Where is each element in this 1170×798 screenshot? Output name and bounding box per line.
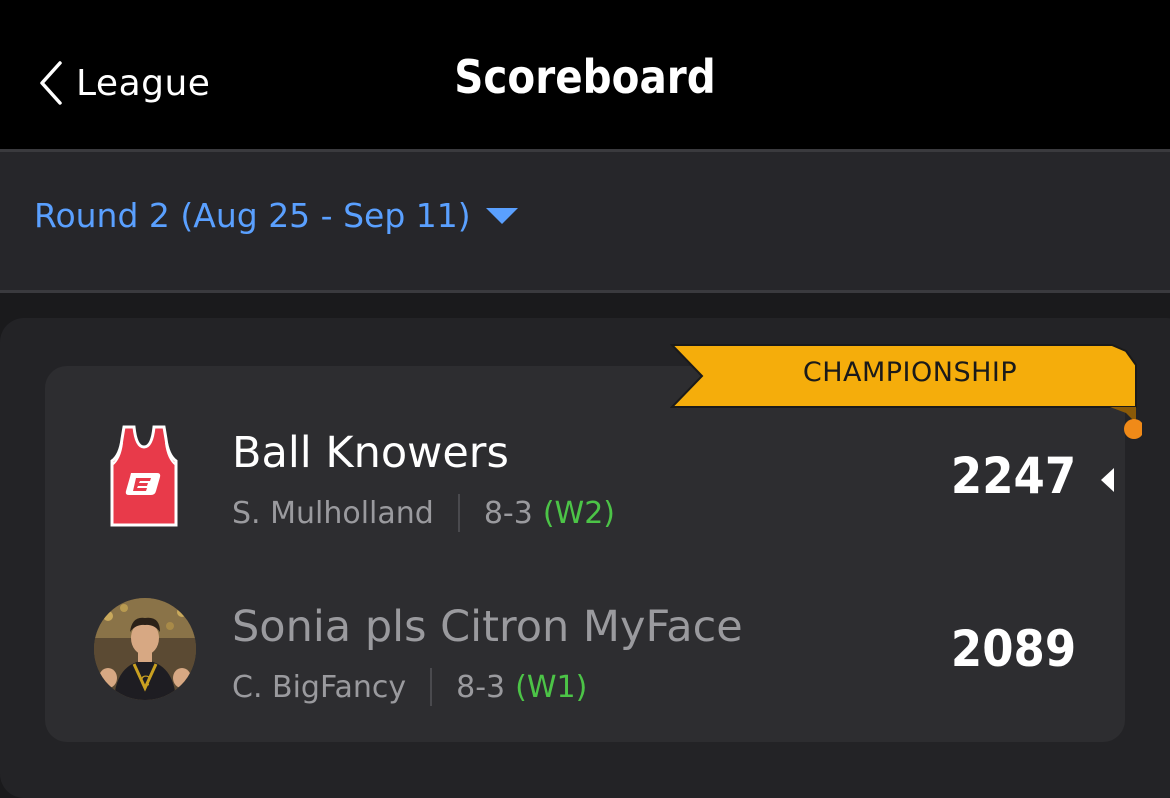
team-score: 2089: [950, 620, 1076, 678]
manager-name: S. Mulholland: [232, 495, 434, 531]
team-meta: C. BigFancy 8-3 (W1): [232, 668, 587, 706]
round-label: Round 2 (Aug 25 - Sep 11): [34, 196, 471, 235]
team-record: 8-3: [483, 495, 533, 531]
team-record: 8-3: [456, 669, 506, 705]
svg-text:C: C: [140, 674, 150, 690]
page-title: Scoreboard: [454, 50, 716, 104]
team-name[interactable]: Sonia pls Citron MyFace: [232, 602, 743, 652]
team-meta: S. Mulholland 8-3 (W2): [232, 494, 615, 532]
leading-indicator-icon: [1101, 468, 1114, 492]
round-dropdown[interactable]: Round 2 (Aug 25 - Sep 11): [34, 196, 519, 235]
meta-divider: [430, 668, 433, 706]
team-name[interactable]: Ball Knowers: [232, 428, 509, 478]
chevron-left-icon: [40, 61, 62, 105]
win-streak: (W2): [542, 495, 615, 531]
jersey-icon: [110, 425, 178, 527]
round-divider: [0, 290, 1170, 293]
manager-name: C. BigFancy: [232, 669, 407, 705]
player-photo-avatar: C: [94, 598, 196, 700]
win-streak: (W1): [515, 669, 588, 705]
nav-header: League Scoreboard: [0, 0, 1170, 150]
caret-down-icon: [485, 207, 518, 224]
championship-label: CHAMPIONSHIP: [802, 357, 1018, 388]
team-score: 2247: [950, 447, 1076, 505]
meta-divider: [457, 494, 460, 532]
